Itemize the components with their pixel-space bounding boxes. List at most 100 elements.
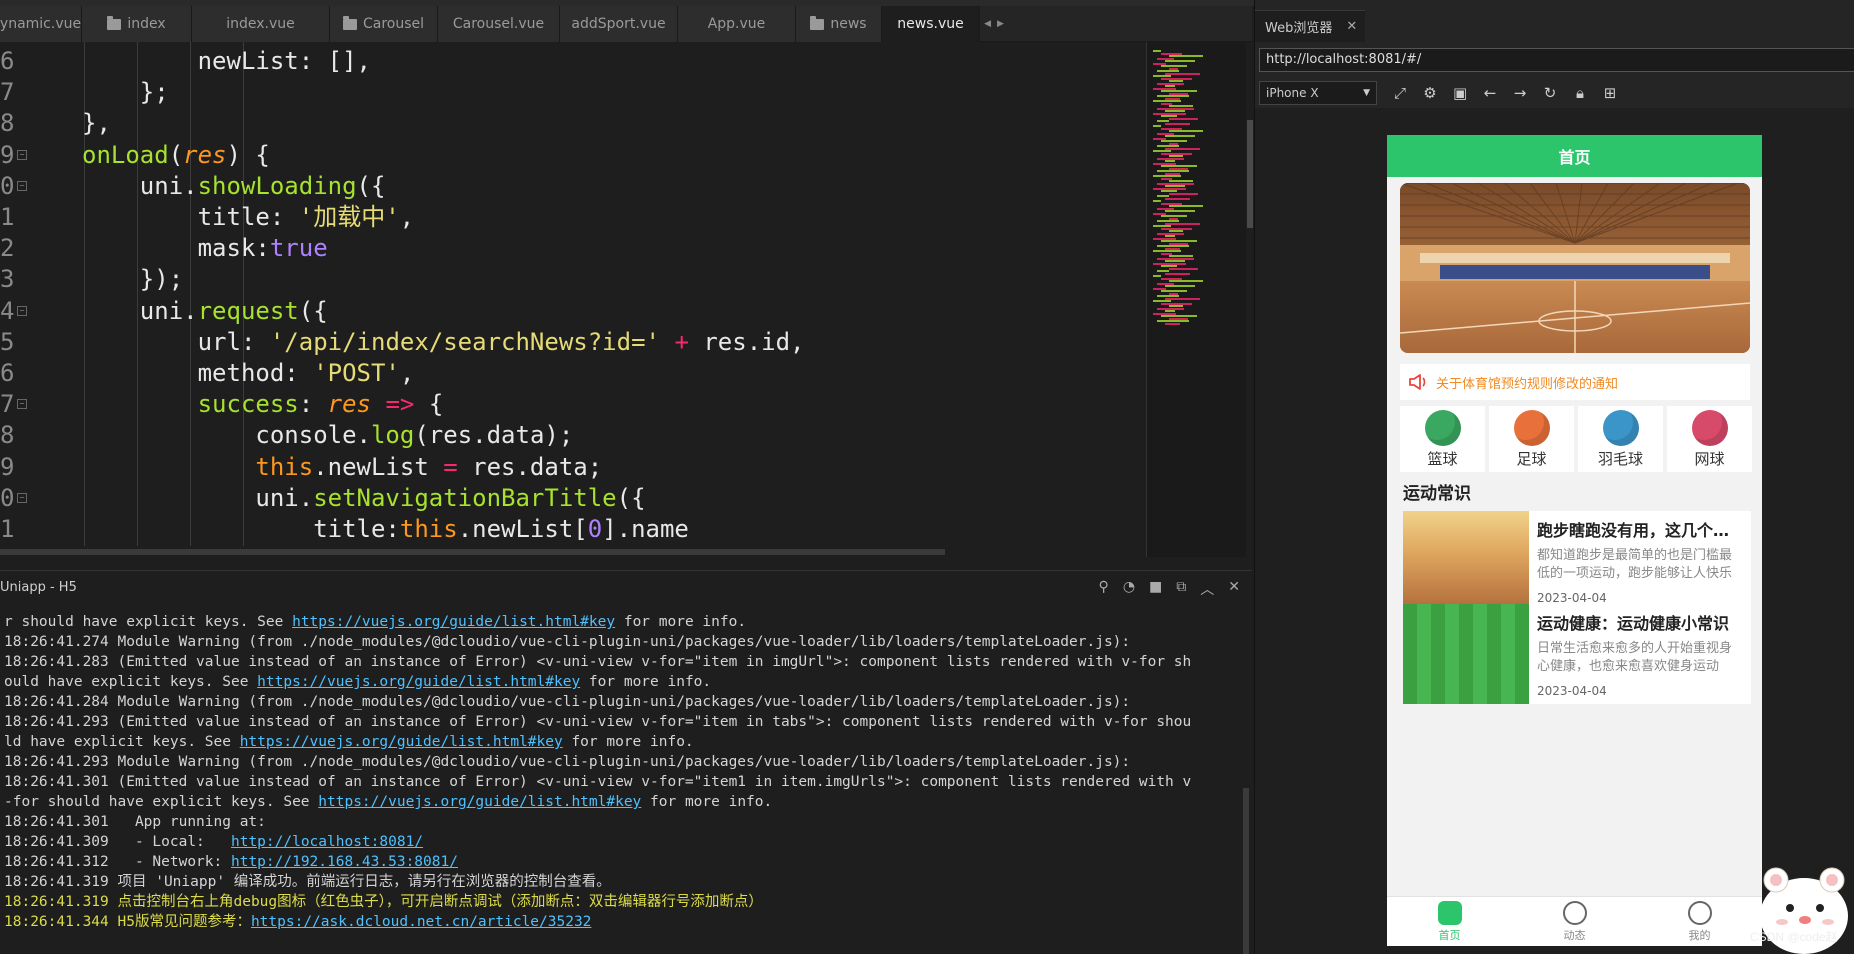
line-number[interactable]: 0 xyxy=(0,171,14,202)
fold-toggle-icon[interactable]: − xyxy=(17,305,27,316)
line-number[interactable]: 6 xyxy=(0,358,14,389)
line-number[interactable]: 9 xyxy=(0,140,14,171)
rotate-icon[interactable]: ⤢ xyxy=(1393,84,1407,102)
line-number[interactable]: 7 xyxy=(0,77,14,108)
console-scrollbar[interactable] xyxy=(1240,612,1252,954)
category-badminton[interactable]: 羽毛球 xyxy=(1578,406,1663,472)
fold-toggle-icon[interactable]: − xyxy=(17,399,27,410)
url-input[interactable]: http://localhost:8081/#/ xyxy=(1259,48,1854,72)
tab-bar-item-message[interactable]: 动态 xyxy=(1512,897,1637,946)
back-icon[interactable]: ← xyxy=(1483,84,1497,102)
code-line[interactable]: 3 }); xyxy=(0,264,1130,295)
code-line[interactable]: 0− uni.setNavigationBarTitle({ xyxy=(0,483,1130,514)
line-number[interactable]: 1 xyxy=(0,514,14,545)
browser-toolbar: iPhone X ▼ ⤢ ⚙ ▣ ← → ↻ 🔒︎ ⊞ xyxy=(1259,80,1854,106)
devtools-icon[interactable]: ▣ xyxy=(1453,84,1467,102)
line-number[interactable]: 7 xyxy=(0,389,14,420)
tab-index[interactable]: index xyxy=(82,6,192,42)
news-description: 日常生活愈来愈多的人开始重视身心健康，也愈来愈喜欢健身运动 xyxy=(1537,641,1733,674)
editor-vertical-scrollbar[interactable] xyxy=(1246,42,1254,557)
console-link[interactable]: https://vuejs.org/guide/list.html#key xyxy=(292,614,615,630)
scrollbar-thumb[interactable] xyxy=(0,549,945,555)
tab-addsport-vue[interactable]: addSport.vue xyxy=(560,6,678,42)
category-tennis[interactable]: 网球 xyxy=(1667,406,1752,472)
tab-ynamic-vue[interactable]: ynamic.vue xyxy=(0,6,82,42)
scrollbar-thumb[interactable] xyxy=(1247,120,1253,228)
fold-toggle-icon[interactable]: − xyxy=(17,149,27,160)
code-line[interactable]: 9 this.newList = res.data; xyxy=(0,452,1130,483)
line-number[interactable]: 5 xyxy=(0,327,14,358)
refresh-icon[interactable]: ↻ xyxy=(1543,84,1557,102)
code-line[interactable]: 9− onLoad(res) { xyxy=(0,140,1130,171)
news-card[interactable]: 运动健康：运动健康小常识 日常生活愈来愈多的人开始重视身心健康，也愈来愈喜欢健身运… xyxy=(1403,604,1751,704)
tab-bar-item-home[interactable]: 首页 xyxy=(1387,897,1512,946)
settings-icon[interactable]: ⚙ xyxy=(1423,84,1437,102)
category-basketball[interactable]: 篮球 xyxy=(1400,406,1485,472)
collapse-icon[interactable]: ︿ xyxy=(1200,579,1214,599)
notice-bar[interactable]: 关于体育馆预约规则修改的通知 xyxy=(1400,364,1750,400)
console-link[interactable]: https://vuejs.org/guide/list.html#key xyxy=(240,734,563,750)
close-icon[interactable]: ✕ xyxy=(1346,19,1357,34)
console-link[interactable]: https://vuejs.org/guide/list.html#key xyxy=(257,674,580,690)
code-line[interactable]: 7− success: res => { xyxy=(0,389,1130,420)
line-number[interactable]: 1 xyxy=(0,202,14,233)
grid-icon[interactable]: ⊞ xyxy=(1603,84,1617,102)
forward-icon[interactable]: → xyxy=(1513,84,1527,102)
code-line[interactable]: 4− uni.request({ xyxy=(0,296,1130,327)
line-number[interactable]: 8 xyxy=(0,420,14,451)
close-panel-icon[interactable]: ✕ xyxy=(1228,579,1240,599)
tab-carousel[interactable]: Carousel xyxy=(330,6,438,42)
console-link[interactable]: https://ask.dcloud.net.cn/article/35232 xyxy=(251,914,591,930)
stop-icon[interactable]: ■ xyxy=(1149,579,1162,599)
line-number[interactable]: 4 xyxy=(0,296,14,327)
replay-icon[interactable]: ◔ xyxy=(1123,579,1135,599)
tab-news[interactable]: news xyxy=(796,6,882,42)
console-line: ld have explicit keys. See https://vuejs… xyxy=(0,732,1240,752)
tab-index-vue[interactable]: index.vue xyxy=(192,6,330,42)
line-number[interactable]: 6 xyxy=(0,46,14,77)
device-select[interactable]: iPhone X ▼ xyxy=(1259,81,1377,105)
code-line[interactable]: 5 url: '/api/index/searchNews?id=' + res… xyxy=(0,327,1130,358)
news-card[interactable]: 跑步瞎跑没有用，这几个跑步技巧你一定要知道都知道跑步是最简单的也是门槛最低的一项… xyxy=(1403,511,1751,611)
code-line[interactable]: 8 console.log(res.data); xyxy=(0,420,1130,451)
console-output[interactable]: r should have explicit keys. See https:/… xyxy=(0,612,1240,954)
code-line[interactable]: 2 mask:true xyxy=(0,233,1130,264)
minimap[interactable] xyxy=(1146,42,1246,557)
console-text: 18:26:41.319 项目 'Uniapp' 编译成功。前端运行日志，请另行… xyxy=(4,874,611,890)
console-text: for more info. xyxy=(641,794,773,810)
code-line[interactable]: 1 title: '加载中', xyxy=(0,202,1130,233)
code-line[interactable]: 1 title:this.newList[0].name xyxy=(0,514,1130,545)
code-line[interactable]: 6 newList: [], xyxy=(0,46,1130,77)
console-text: ld have explicit keys. See xyxy=(4,734,240,750)
line-number[interactable]: 0 xyxy=(0,483,14,514)
code-line[interactable]: 6 method: 'POST', xyxy=(0,358,1130,389)
line-number[interactable]: 8 xyxy=(0,108,14,139)
console-link[interactable]: http://192.168.43.53:8081/ xyxy=(231,854,458,870)
fold-toggle-icon[interactable]: − xyxy=(17,492,27,503)
browser-tab[interactable]: Web浏览器 ✕ xyxy=(1255,10,1365,42)
console-link[interactable]: http://localhost:8081/ xyxy=(231,834,423,850)
bug-icon[interactable]: ⚲ xyxy=(1099,579,1109,599)
code-text: title:this.newList[0].name xyxy=(82,515,689,543)
fold-toggle-icon[interactable]: − xyxy=(17,180,27,191)
tab-app-vue[interactable]: App.vue xyxy=(678,6,796,42)
code-line[interactable]: 7 }; xyxy=(0,77,1130,108)
line-number[interactable]: 2 xyxy=(0,233,14,264)
chevron-left-icon[interactable]: ◀ xyxy=(984,19,991,29)
open-external-icon[interactable]: ⧉ xyxy=(1176,579,1186,599)
editor-horizontal-scrollbar[interactable] xyxy=(0,546,1146,557)
line-number[interactable]: 9 xyxy=(0,452,14,483)
tab-carousel-vue[interactable]: Carousel.vue xyxy=(438,6,560,42)
chevron-right-icon[interactable]: ▶ xyxy=(997,19,1004,29)
code-line[interactable]: 8}, xyxy=(0,108,1130,139)
code-line[interactable]: 0− uni.showLoading({ xyxy=(0,171,1130,202)
console-link[interactable]: https://vuejs.org/guide/list.html#key xyxy=(318,794,641,810)
carousel-banner[interactable] xyxy=(1400,183,1750,353)
tab-bar-item-smile[interactable]: 我的 xyxy=(1637,897,1762,946)
lock-icon[interactable]: 🔒︎ xyxy=(1573,84,1587,102)
line-number[interactable]: 3 xyxy=(0,264,14,295)
tab-news-vue[interactable]: news.vue xyxy=(882,6,980,42)
category-football[interactable]: 足球 xyxy=(1489,406,1574,472)
code-editor[interactable]: 6 newList: [], 7 }; 8}, 9− onLoad(res) {0− u… xyxy=(0,42,1146,546)
scrollbar-thumb[interactable] xyxy=(1243,788,1249,954)
